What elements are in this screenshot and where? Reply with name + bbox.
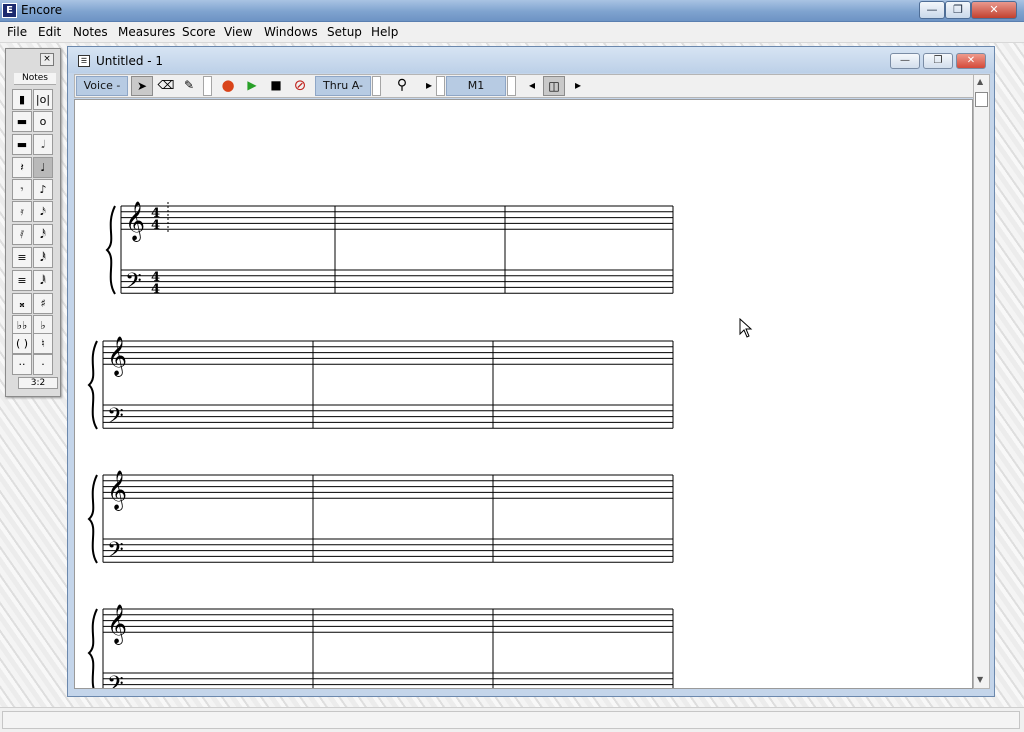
- toolbar-separator: [436, 76, 445, 96]
- double-dot-button[interactable]: ··: [12, 354, 32, 375]
- toolbar-separator: [372, 76, 381, 96]
- toolbar-separator: [203, 76, 212, 96]
- menu-score[interactable]: Score: [182, 25, 216, 39]
- notes-palette: × Notes ▮ |o| ▬ o ▬ 𝅗𝅥 𝄽 ♩ 𝄾 ♪ 𝄿 𝅘𝅥𝅯 𝅀 𝅘𝅥𝅰 ≡ …: [5, 48, 61, 397]
- menu-view[interactable]: View: [224, 25, 252, 39]
- bass-clef: 𝄢: [107, 538, 124, 568]
- double-whole-note-button[interactable]: |o|: [33, 89, 53, 110]
- quarter-note-button[interactable]: ♩: [33, 157, 53, 178]
- sharp-button[interactable]: ♯: [33, 293, 53, 314]
- thru-selector[interactable]: Thru A-: [315, 76, 371, 96]
- magnify-icon[interactable]: ⚲: [391, 76, 413, 96]
- double-sharp-button[interactable]: 𝄪: [12, 293, 32, 314]
- sixteenth-note-button[interactable]: 𝅘𝅥𝅯: [33, 201, 53, 222]
- time-signature-bottom: 4: [151, 282, 160, 297]
- eighth-rest-button[interactable]: 𝄾: [12, 179, 32, 200]
- staff-brace: [105, 205, 116, 295]
- eighth-note-button[interactable]: ♪: [33, 179, 53, 200]
- whole-rest-button[interactable]: ▬: [12, 111, 32, 132]
- parentheses-button[interactable]: ( ): [12, 333, 32, 354]
- document-icon[interactable]: ☰: [78, 55, 90, 67]
- toolbar-separator: [507, 76, 516, 96]
- play-icon[interactable]: ▶: [241, 76, 263, 96]
- page-prev-arrow-icon[interactable]: ◂: [521, 76, 543, 96]
- sixteenth-rest-button[interactable]: 𝄿: [12, 201, 32, 222]
- sixty-fourth-note-button[interactable]: 𝅘𝅥𝅱: [33, 247, 53, 268]
- score-window: ☰ Untitled - 1 — ❐ ✕ Voice - ➤ ⌫ ✎ ● ▶ ■…: [67, 46, 995, 697]
- thirty-second-note-button[interactable]: 𝅘𝅥𝅰: [33, 224, 53, 245]
- mute-icon[interactable]: ⊘: [289, 76, 311, 96]
- app-title: Encore: [21, 3, 63, 17]
- menu-measures[interactable]: Measures: [118, 25, 175, 39]
- time-signature-bottom: 4: [151, 218, 160, 233]
- measure-field[interactable]: M1: [446, 76, 506, 96]
- vertical-scrollbar[interactable]: ▲ ▼: [973, 74, 990, 689]
- staff-brace: [87, 340, 98, 430]
- scroll-thumb[interactable]: [975, 92, 988, 107]
- doc-restore-button[interactable]: ❐: [923, 53, 953, 69]
- record-icon[interactable]: ●: [217, 76, 239, 96]
- eraser-tool-icon[interactable]: ⌫: [155, 76, 177, 96]
- status-field: [2, 711, 1020, 729]
- score-staves[interactable]: 𝄞𝄢4444𝄞𝄢𝄞𝄢𝄞𝄢: [75, 100, 973, 689]
- hundred-twenty-eighth-rest-button[interactable]: ≡: [12, 270, 32, 291]
- pencil-tool-icon[interactable]: ✎: [178, 76, 200, 96]
- hundred-twenty-eighth-note-button[interactable]: 𝅘𝅥𝅲: [33, 270, 53, 291]
- bass-clef: 𝄢: [107, 672, 124, 689]
- menu-setup[interactable]: Setup: [327, 25, 362, 39]
- score-toolbar: Voice - ➤ ⌫ ✎ ● ▶ ■ ⊘ Thru A- ⚲ ▸ M1 ◂ ◫…: [74, 74, 987, 98]
- voice-selector[interactable]: Voice -: [76, 76, 128, 96]
- doc-minimize-button[interactable]: —: [890, 53, 920, 69]
- treble-clef: 𝄞: [125, 201, 145, 242]
- bass-clef: 𝄢: [107, 404, 124, 434]
- palette-close-button[interactable]: ×: [40, 53, 54, 66]
- maximize-button[interactable]: ❐: [945, 1, 971, 19]
- page-view-icon[interactable]: ◫: [543, 76, 565, 96]
- close-button[interactable]: ✕: [971, 1, 1017, 19]
- score-canvas[interactable]: 𝄞 𝄢 4 4 4 4 𝄞 𝄢 𝄞 𝄢 𝄞 𝄢: [74, 99, 973, 689]
- page-next-arrow-icon[interactable]: ▸: [567, 76, 589, 96]
- staff-brace: [87, 608, 98, 688]
- dot-button[interactable]: ·: [33, 354, 53, 375]
- treble-clef: 𝄞: [107, 470, 127, 511]
- palette-title: Notes: [14, 73, 56, 85]
- score-window-title-bar: ☰ Untitled - 1 — ❐ ✕: [68, 47, 994, 73]
- double-whole-rest-button[interactable]: ▮: [12, 89, 32, 110]
- mouse-pointer-icon: [739, 318, 753, 338]
- arrow-tool-icon[interactable]: ➤: [131, 76, 153, 96]
- treble-clef: 𝄞: [107, 604, 127, 645]
- thirty-second-rest-button[interactable]: 𝅀: [12, 224, 32, 245]
- menu-file[interactable]: File: [7, 25, 27, 39]
- menu-edit[interactable]: Edit: [38, 25, 61, 39]
- encore-app-icon[interactable]: E: [2, 3, 17, 18]
- scroll-up-icon[interactable]: ▲: [977, 77, 983, 86]
- stop-icon[interactable]: ■: [265, 76, 287, 96]
- sixty-fourth-rest-button[interactable]: ≡: [12, 247, 32, 268]
- treble-clef: 𝄞: [107, 336, 127, 377]
- menu-bar: File Edit Notes Measures Score View Wind…: [0, 22, 1024, 43]
- menu-windows[interactable]: Windows: [264, 25, 318, 39]
- whole-note-button[interactable]: o: [33, 111, 53, 132]
- quarter-rest-button[interactable]: 𝄽: [12, 157, 32, 178]
- half-rest-button[interactable]: ▬: [12, 134, 32, 155]
- menu-help[interactable]: Help: [371, 25, 398, 39]
- menu-notes[interactable]: Notes: [73, 25, 108, 39]
- doc-close-button[interactable]: ✕: [956, 53, 986, 69]
- document-title: Untitled - 1: [96, 54, 164, 68]
- app-title-bar: E Encore — ❐ ✕: [0, 0, 1024, 22]
- tuplet-button[interactable]: 3:2: [18, 377, 58, 389]
- staff-brace: [87, 474, 98, 564]
- half-note-button[interactable]: 𝅗𝅥: [33, 134, 53, 155]
- scroll-down-icon[interactable]: ▼: [977, 675, 983, 684]
- bass-clef: 𝄢: [125, 269, 142, 299]
- natural-button[interactable]: ♮: [33, 333, 53, 354]
- status-bar: [0, 707, 1024, 732]
- minimize-button[interactable]: —: [919, 1, 945, 19]
